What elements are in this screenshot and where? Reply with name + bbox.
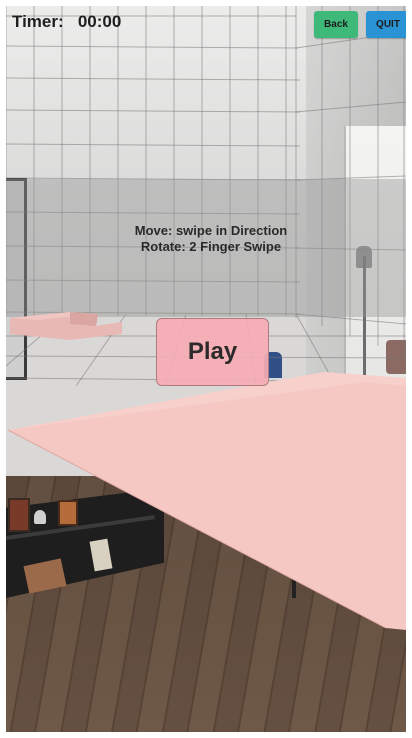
move-instruction: Move: swipe in Direction (134, 223, 288, 238)
timer-label: Timer: (12, 12, 64, 31)
instructions-panel: Move: swipe in Direction Rotate: 2 Finge… (66, 223, 356, 255)
play-button[interactable]: Play (156, 318, 269, 386)
timer-display: Timer: 00:00 (12, 12, 121, 32)
quit-button[interactable]: QUIT (366, 11, 406, 38)
ar-game-view: Timer: 00:00 Back QUIT Move: swipe in Di… (6, 6, 406, 732)
back-button[interactable]: Back (314, 11, 358, 38)
timer-value: 00:00 (77, 12, 122, 31)
rotate-instruction: Rotate: 2 Finger Swipe (140, 239, 282, 254)
